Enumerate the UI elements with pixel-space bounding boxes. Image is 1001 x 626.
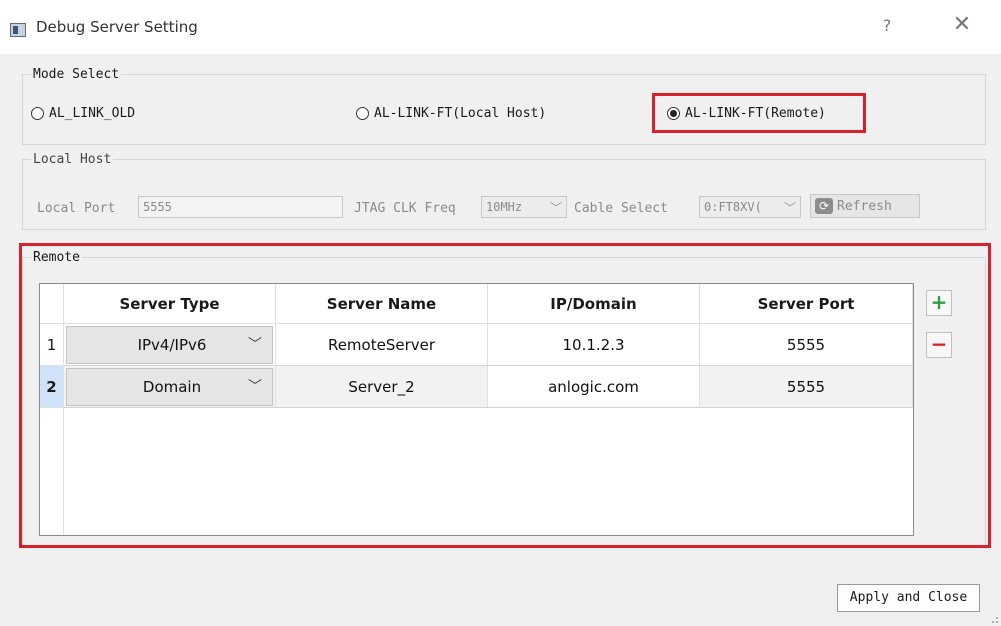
minus-icon: − <box>930 332 948 356</box>
close-button[interactable]: ✕ <box>950 13 974 37</box>
jtag-clk-freq-value: 10MHz <box>486 200 523 214</box>
server-type-select[interactable]: Domain ﹀ <box>66 368 273 406</box>
title-bar: Debug Server Setting ? ✕ <box>0 0 1001 54</box>
plus-icon: + <box>930 290 948 314</box>
table-cell-server-port[interactable]: 5555 <box>700 366 913 408</box>
column-header-server-type[interactable]: Server Type <box>64 284 276 324</box>
chevron-down-icon: ﹀ <box>549 201 562 215</box>
remote-legend: Remote <box>33 250 80 265</box>
table-cell-server-name[interactable]: Server_2 <box>276 366 488 408</box>
cable-select-value: 0:FT8XV( <box>704 200 762 214</box>
local-host-group: Local Host <box>22 152 986 230</box>
chevron-down-icon: ﹀ <box>248 379 262 395</box>
radio-label: AL_LINK_OLD <box>49 106 136 121</box>
radio-checked-icon <box>667 107 680 120</box>
server-type-value: IPv4/IPv6 <box>137 336 207 354</box>
table-cell-ip-domain[interactable]: 10.1.2.3 <box>488 324 700 366</box>
row-header-2[interactable]: 2 <box>40 366 64 408</box>
chevron-down-icon: ﹀ <box>248 337 262 353</box>
column-header-ip-domain[interactable]: IP/Domain <box>488 284 700 324</box>
refresh-label: Refresh <box>837 198 892 214</box>
column-header-server-name[interactable]: Server Name <box>276 284 488 324</box>
radio-label: AL-LINK-FT(Remote) <box>685 106 826 121</box>
local-host-legend: Local Host <box>33 152 112 167</box>
remote-server-table: Server Type Server Name IP/Domain Server… <box>39 283 914 536</box>
refresh-icon: ⟳ <box>815 198 833 214</box>
app-window-icon <box>10 23 26 37</box>
table-cell-ip-domain[interactable]: anlogic.com <box>488 366 700 408</box>
radio-al-link-old[interactable]: AL_LINK_OLD <box>31 106 135 121</box>
cable-select[interactable]: 0:FT8XV( ﹀ <box>699 196 801 218</box>
table-cell-server-port[interactable]: 5555 <box>700 324 913 366</box>
resize-grip-icon[interactable] <box>989 614 999 624</box>
local-port-input[interactable]: 5555 <box>138 196 343 218</box>
table-cell-server-type: IPv4/IPv6 ﹀ <box>64 324 276 366</box>
add-server-button[interactable]: + <box>926 290 952 316</box>
radio-label: AL-LINK-FT(Local Host) <box>374 106 547 121</box>
apply-and-close-button[interactable]: Apply and Close <box>837 584 980 612</box>
radio-al-link-ft-local[interactable]: AL-LINK-FT(Local Host) <box>356 106 546 121</box>
jtag-clk-freq-select[interactable]: 10MHz ﹀ <box>481 196 567 218</box>
radio-unchecked-icon <box>356 107 369 120</box>
chevron-down-icon: ﹀ <box>783 201 796 215</box>
window-title: Debug Server Setting <box>36 18 198 36</box>
table-cell-server-name[interactable]: RemoteServer <box>276 324 488 366</box>
radio-unchecked-icon <box>31 107 44 120</box>
row-header-1[interactable]: 1 <box>40 324 64 366</box>
radio-al-link-ft-remote[interactable]: AL-LINK-FT(Remote) <box>667 106 826 121</box>
refresh-button[interactable]: ⟳ Refresh <box>810 194 920 218</box>
column-header-server-port[interactable]: Server Port <box>700 284 913 324</box>
server-type-value: Domain <box>142 378 202 396</box>
server-type-select[interactable]: IPv4/IPv6 ﹀ <box>66 326 273 364</box>
table-corner <box>40 284 64 324</box>
mode-select-legend: Mode Select <box>33 67 120 82</box>
help-button[interactable]: ? <box>877 16 897 35</box>
row-header-strip <box>40 408 64 535</box>
table-cell-server-type: Domain ﹀ <box>64 366 276 408</box>
local-port-label: Local Port <box>37 201 116 216</box>
jtag-clk-freq-label: JTAG CLK Freq <box>354 201 456 216</box>
remove-server-button[interactable]: − <box>926 332 952 358</box>
cable-select-label: Cable Select <box>574 201 668 216</box>
